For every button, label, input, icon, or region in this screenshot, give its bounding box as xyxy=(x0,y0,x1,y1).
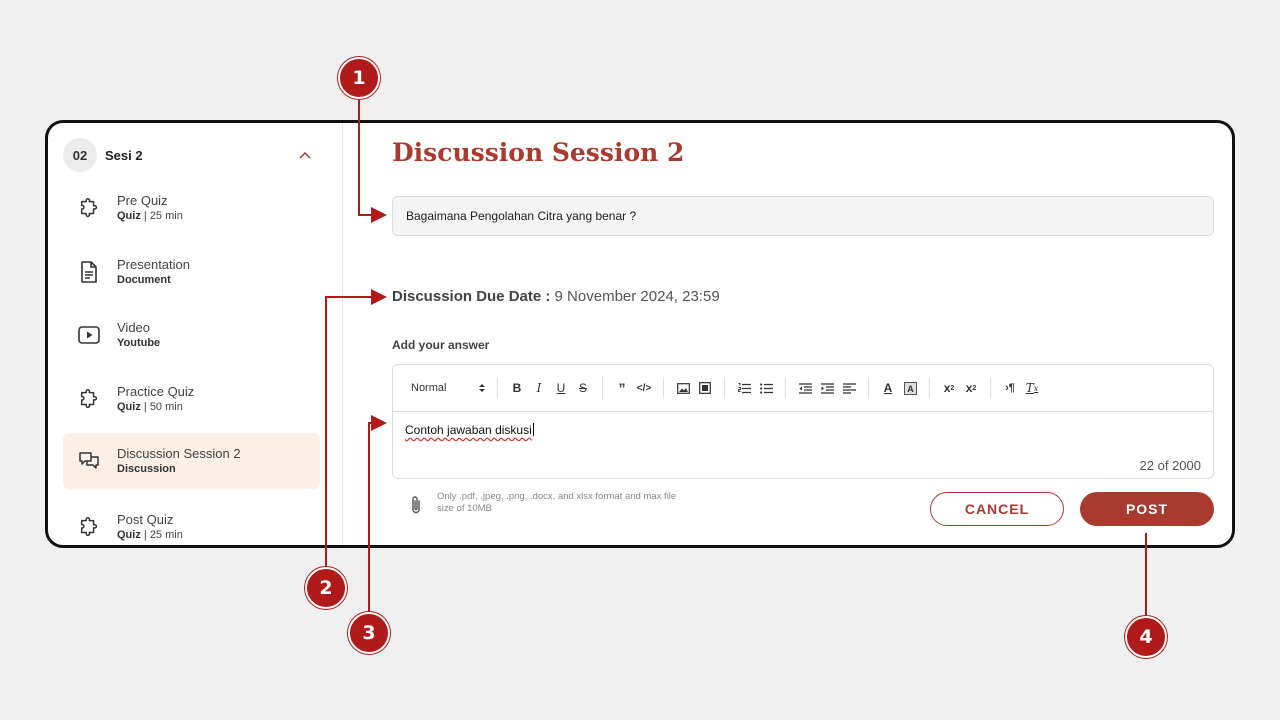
indent-group xyxy=(786,377,869,399)
subscript-icon[interactable]: x2 xyxy=(941,379,957,397)
session-number: 02 xyxy=(63,138,97,172)
format-group: Normal xyxy=(403,377,498,399)
background-color-icon[interactable]: A xyxy=(902,379,918,397)
sidebar-item-post-quiz[interactable]: Post Quiz Quiz | 25 min xyxy=(63,499,320,545)
sidebar-item-meta: Discussion xyxy=(117,462,176,475)
attachment-note: Only .pdf, .jpeg, .png, .docx, and xlsx … xyxy=(437,491,677,514)
cancel-button[interactable]: CANCEL xyxy=(930,492,1064,526)
ordered-list-icon[interactable] xyxy=(736,379,752,397)
chat-icon xyxy=(77,449,101,473)
direction-group: ›¶ Tx xyxy=(991,377,1051,399)
svg-text:A: A xyxy=(907,384,914,394)
answer-input[interactable]: Contoh jawaban diskusi xyxy=(405,423,534,437)
clear-format-icon[interactable]: Tx xyxy=(1024,379,1040,397)
superscript-icon[interactable]: x2 xyxy=(963,379,979,397)
style-group: B I U S xyxy=(498,377,603,399)
annotation-badge-2: 2 xyxy=(305,567,347,609)
bullet-list-icon[interactable] xyxy=(758,379,774,397)
sidebar-item-meta: Document xyxy=(117,273,171,286)
sidebar-item-meta: Quiz | 25 min xyxy=(117,209,183,222)
sidebar-item-pre-quiz[interactable]: Pre Quiz Quiz | 25 min xyxy=(63,180,320,236)
sidebar-item-meta: Quiz | 50 min xyxy=(117,400,183,413)
due-date: Discussion Due Date : 9 November 2024, 2… xyxy=(392,288,720,305)
format-select[interactable]: Normal xyxy=(411,382,489,394)
document-icon xyxy=(77,260,101,284)
align-icon[interactable] xyxy=(841,379,857,397)
due-date-value: 9 November 2024, 23:59 xyxy=(554,288,720,305)
character-counter: 22 of 2000 xyxy=(1139,458,1201,473)
discussion-question: Bagaimana Pengolahan Citra yang benar ? xyxy=(392,196,1214,236)
annotation-badge-3: 3 xyxy=(348,612,390,654)
due-date-label: Discussion Due Date : xyxy=(392,288,551,305)
select-arrows-icon xyxy=(479,384,485,392)
video-embed-icon[interactable] xyxy=(697,379,713,397)
color-group: A A xyxy=(869,377,930,399)
script-group: x2 x2 xyxy=(930,377,991,399)
sidebar: 02 Sesi 2 Pre Quiz Quiz | 25 min Present… xyxy=(48,123,343,545)
indent-icon[interactable] xyxy=(819,379,835,397)
puzzle-icon xyxy=(77,387,101,411)
sidebar-item-title: Practice Quiz xyxy=(117,383,195,399)
sidebar-item-meta: Quiz | 25 min xyxy=(117,528,183,541)
sidebar-item-discussion[interactable]: Discussion Session 2 Discussion xyxy=(63,433,320,489)
answer-label: Add your answer xyxy=(392,338,490,352)
sidebar-item-practice-quiz[interactable]: Practice Quiz Quiz | 50 min xyxy=(63,371,320,427)
rich-text-editor: Normal B I U S ” </> A A x 2 x 2 ›¶ T x … xyxy=(392,364,1214,479)
sidebar-item-meta: Youtube xyxy=(117,336,161,349)
sidebar-item-title: Video xyxy=(117,319,151,335)
main-content: Discussion Session 2 Bagaimana Pengolaha… xyxy=(344,123,1232,545)
app-frame: 02 Sesi 2 Pre Quiz Quiz | 25 min Present… xyxy=(45,120,1235,548)
text-direction-icon[interactable]: ›¶ xyxy=(1002,379,1018,397)
sidebar-item-video[interactable]: Video Youtube xyxy=(63,307,320,363)
block-group: ” </> xyxy=(603,377,664,399)
sidebar-item-title: Post Quiz xyxy=(117,511,174,527)
editor-toolbar: Normal B I U S ” </> A A x 2 x 2 ›¶ T x xyxy=(393,365,1213,412)
page-title: Discussion Session 2 xyxy=(392,138,685,167)
annotation-badge-1: 1 xyxy=(338,57,380,99)
quote-icon[interactable]: ” xyxy=(614,379,630,397)
code-icon[interactable]: </> xyxy=(636,379,652,397)
text-color-icon[interactable]: A xyxy=(880,379,896,397)
sidebar-item-title: Presentation xyxy=(117,256,190,272)
sidebar-item-title: Discussion Session 2 xyxy=(117,445,241,461)
paperclip-icon[interactable] xyxy=(410,495,422,520)
sidebar-item-title: Pre Quiz xyxy=(117,192,168,208)
strikethrough-icon[interactable]: S xyxy=(575,379,591,397)
play-icon xyxy=(77,323,101,347)
underline-icon[interactable]: U xyxy=(553,379,569,397)
session-name: Sesi 2 xyxy=(105,147,143,163)
chevron-up-icon[interactable] xyxy=(295,145,315,165)
list-group xyxy=(725,377,786,399)
outdent-icon[interactable] xyxy=(797,379,813,397)
media-group xyxy=(664,377,725,399)
sidebar-item-presentation[interactable]: Presentation Document xyxy=(63,244,320,300)
annotation-badge-4: 4 xyxy=(1125,616,1167,658)
session-header[interactable]: 02 Sesi 2 xyxy=(63,138,323,172)
bold-icon[interactable]: B xyxy=(509,379,525,397)
italic-icon[interactable]: I xyxy=(531,379,547,397)
image-icon[interactable] xyxy=(675,379,691,397)
puzzle-icon xyxy=(77,515,101,539)
puzzle-icon xyxy=(77,196,101,220)
post-button[interactable]: POST xyxy=(1080,492,1214,526)
